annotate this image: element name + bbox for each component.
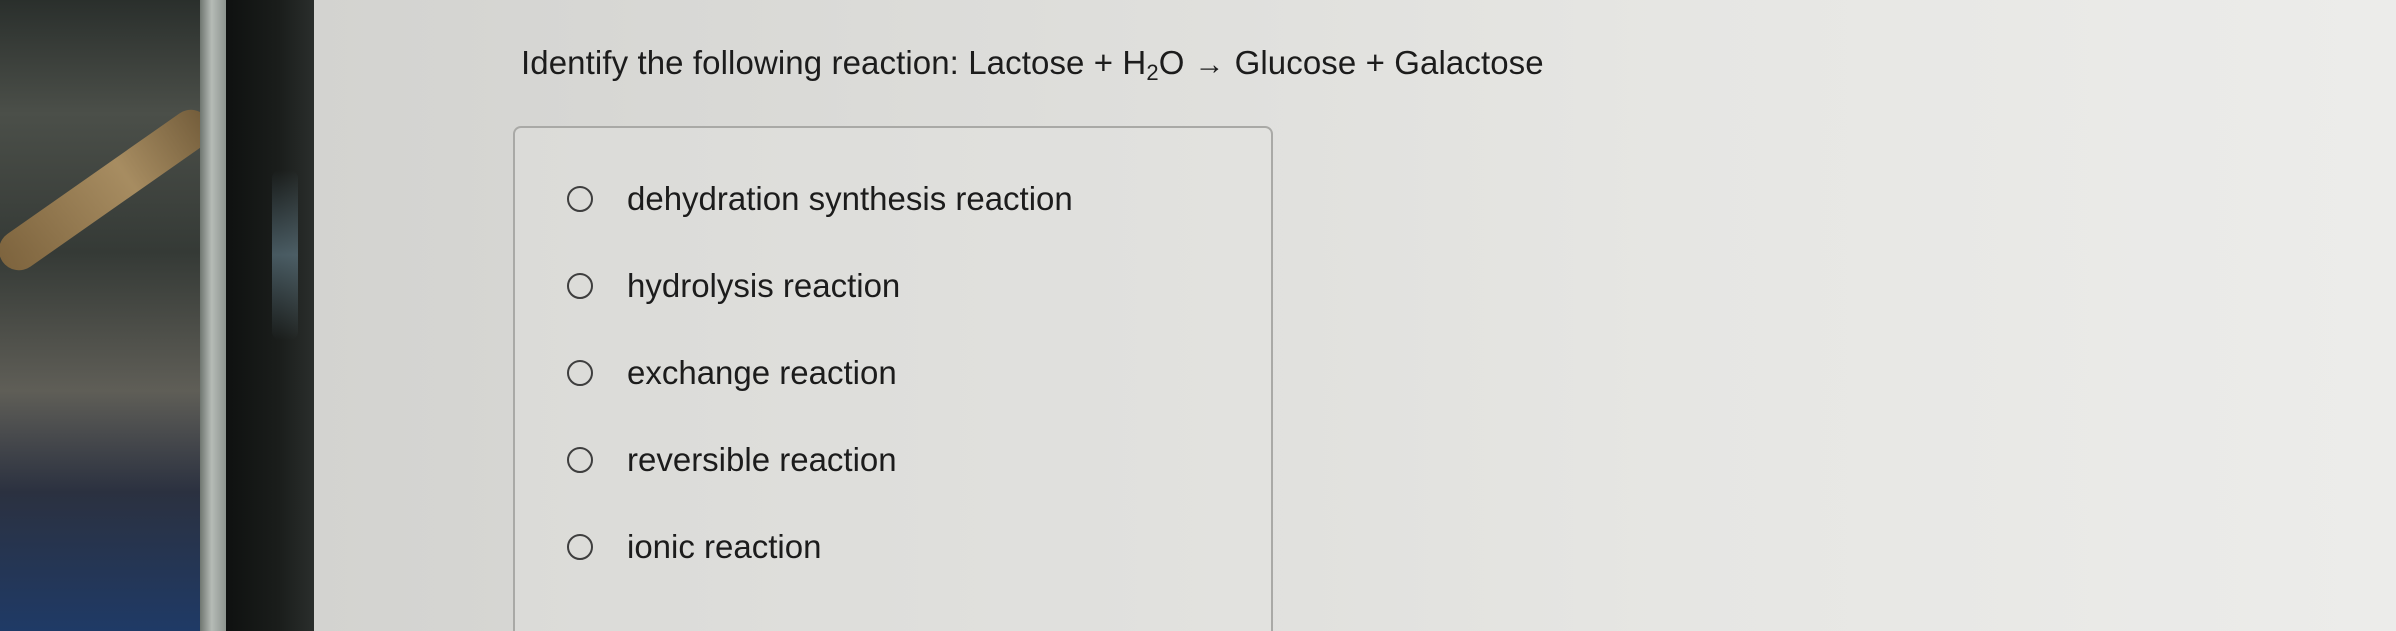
reaction-arrow-icon: → <box>1194 48 1225 81</box>
option-label: dehydration synthesis reaction <box>627 180 1073 217</box>
monitor-bezel-edge <box>200 0 226 631</box>
radio-button[interactable] <box>567 534 593 560</box>
option-reversible[interactable]: reversible reaction <box>567 441 897 479</box>
option-label: exchange reaction <box>627 354 897 391</box>
option-ionic[interactable]: ionic reaction <box>567 528 821 566</box>
option-exchange[interactable]: exchange reaction <box>567 354 897 392</box>
background-strap <box>0 101 219 279</box>
radio-button[interactable] <box>567 447 593 473</box>
option-dehydration-synthesis[interactable]: dehydration synthesis reaction <box>567 180 1073 218</box>
option-label: hydrolysis reaction <box>627 267 901 304</box>
option-label: ionic reaction <box>627 528 822 565</box>
question-products: Glucose + Galactose <box>1234 44 1544 81</box>
answer-options-box: dehydration synthesis reaction hydrolysi… <box>513 126 1273 631</box>
question-prefix: Identify the following reaction: Lactose… <box>521 44 1147 81</box>
radio-button[interactable] <box>567 360 593 386</box>
bezel-glint <box>272 170 298 340</box>
background-photo-edge <box>0 0 219 631</box>
water-suffix: O <box>1158 44 1185 81</box>
photo-scene: Identify the following reaction: Lactose… <box>0 0 2396 631</box>
radio-button[interactable] <box>567 273 593 299</box>
option-hydrolysis[interactable]: hydrolysis reaction <box>567 267 900 305</box>
water-subscript: 2 <box>1146 60 1159 85</box>
quiz-screen: Identify the following reaction: Lactose… <box>314 0 2396 631</box>
question-text: Identify the following reaction: Lactose… <box>521 44 1544 85</box>
radio-button[interactable] <box>567 186 593 212</box>
option-label: reversible reaction <box>627 441 897 478</box>
monitor-bezel <box>226 0 314 631</box>
